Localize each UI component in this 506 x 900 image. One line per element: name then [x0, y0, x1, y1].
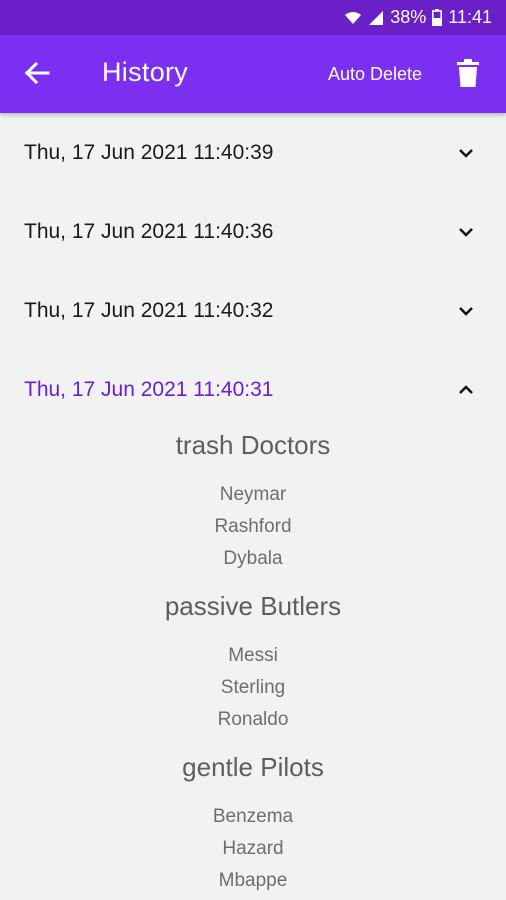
- history-item[interactable]: Thu, 17 Jun 2021 11:40:32: [0, 271, 506, 350]
- player-name: Mbappe: [218, 870, 288, 891]
- team-name: gentle Pilots: [182, 752, 324, 782]
- team-name: passive Butlers: [164, 591, 342, 621]
- history-date: Thu, 17 Jun 2021 11:40:31: [24, 378, 274, 401]
- history-date: Thu, 17 Jun 2021 11:40:32: [24, 299, 274, 322]
- team-name: trash Doctors: [175, 430, 331, 460]
- history-item[interactable]: Thu, 17 Jun 2021 11:40:39: [0, 113, 506, 192]
- player-name: Hazard: [222, 838, 284, 859]
- history-item[interactable]: Thu, 17 Jun 2021 11:40:36: [0, 192, 506, 271]
- player-name: Rashford: [214, 516, 292, 537]
- player-name: Benzema: [212, 806, 294, 827]
- history-item-expanded[interactable]: Thu, 17 Jun 2021 11:40:31: [0, 350, 506, 429]
- player-name: Neymar: [219, 484, 287, 505]
- battery-percent: 38%: [390, 7, 427, 27]
- app-bar: History Auto Delete: [0, 35, 506, 113]
- player-name: Ronaldo: [217, 709, 289, 730]
- arrow-left-icon: [24, 61, 50, 90]
- status-time: 11:41: [448, 7, 492, 27]
- chevron-down-icon[interactable]: [454, 220, 478, 244]
- history-date: Thu, 17 Jun 2021 11:40:39: [24, 141, 274, 164]
- signal-icon: [368, 10, 384, 26]
- back-button[interactable]: [14, 52, 60, 98]
- page-title: History: [102, 57, 189, 87]
- history-date: Thu, 17 Jun 2021 11:40:36: [24, 220, 274, 243]
- delete-button[interactable]: [448, 55, 488, 95]
- battery-icon: [432, 9, 443, 26]
- history-list: Thu, 17 Jun 2021 11:40:39 Thu, 17 Jun 20…: [0, 113, 506, 429]
- status-bar: 38% 11:41: [0, 0, 506, 35]
- auto-delete-button[interactable]: Auto Delete: [328, 64, 422, 85]
- chevron-up-icon[interactable]: [454, 378, 478, 402]
- chevron-down-icon[interactable]: [454, 299, 478, 323]
- trash-icon: [457, 58, 479, 92]
- player-name: Messi: [228, 645, 278, 666]
- player-name: Dybala: [223, 548, 283, 569]
- chevron-down-icon[interactable]: [454, 141, 478, 165]
- player-name: Sterling: [220, 677, 286, 698]
- wifi-icon: [344, 10, 362, 26]
